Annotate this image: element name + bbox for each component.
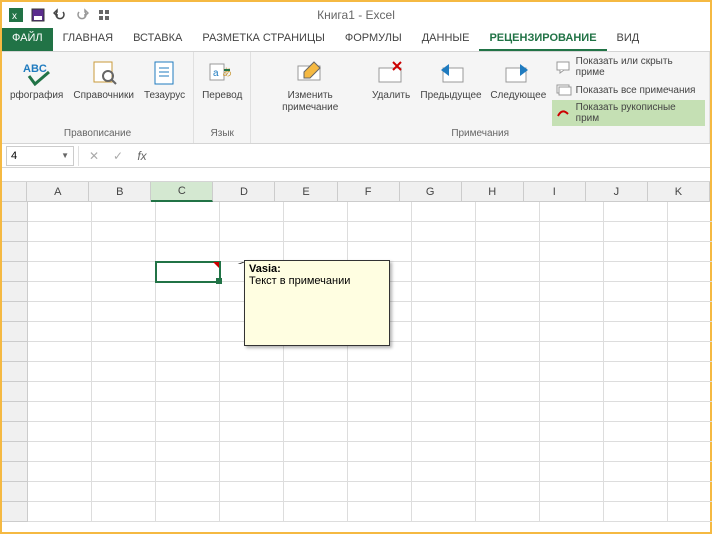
row-header[interactable]: [2, 502, 28, 522]
row-header[interactable]: [2, 342, 28, 362]
col-header-G[interactable]: G: [400, 182, 462, 202]
worksheet-grid: A B C D E F G H I J K: [2, 182, 710, 522]
tab-insert[interactable]: ВСТАВКА: [123, 28, 192, 51]
formula-bar: 4 ▼ ✕ ✓ fx: [2, 144, 710, 168]
enter-formula-icon[interactable]: ✓: [107, 146, 129, 166]
svg-text:x: x: [12, 11, 17, 22]
select-all-corner[interactable]: [2, 182, 27, 202]
fx-icon[interactable]: fx: [131, 146, 153, 166]
delete-comment-button[interactable]: Удалить: [367, 54, 415, 104]
tab-home[interactable]: ГЛАВНАЯ: [53, 28, 123, 51]
previous-comment-icon: [435, 56, 467, 88]
row-header[interactable]: [2, 422, 28, 442]
edit-comment-icon: [294, 56, 326, 88]
row-header[interactable]: [2, 322, 28, 342]
redo-icon[interactable]: [72, 5, 92, 25]
chevron-down-icon: ▼: [61, 151, 69, 160]
quick-access-toolbar: x: [6, 5, 114, 25]
name-box[interactable]: 4 ▼: [6, 146, 74, 166]
tab-page-layout[interactable]: РАЗМЕТКА СТРАНИЦЫ: [192, 28, 334, 51]
col-header-H[interactable]: H: [462, 182, 524, 202]
qat-customize-icon[interactable]: [94, 5, 114, 25]
row-header[interactable]: [2, 222, 28, 242]
show-ink-button[interactable]: Показать рукописные прим: [552, 100, 705, 126]
comment-author: Vasia:: [249, 263, 385, 275]
comments-bubble-icon: [556, 83, 572, 97]
svg-text:a: a: [213, 68, 219, 79]
row-header[interactable]: [2, 402, 28, 422]
comment-text: Текст в примечании: [249, 275, 385, 287]
show-hide-comment-button[interactable]: Показать или скрыть приме: [552, 54, 705, 80]
col-header-F[interactable]: F: [338, 182, 400, 202]
col-header-A[interactable]: A: [27, 182, 89, 202]
tab-data[interactable]: ДАННЫЕ: [412, 28, 480, 51]
tab-formulas[interactable]: ФОРМУЛЫ: [335, 28, 412, 51]
svg-text:ABC: ABC: [23, 63, 47, 75]
row-header[interactable]: [2, 482, 28, 502]
translate-button[interactable]: aあ Перевод: [198, 54, 246, 104]
col-header-E[interactable]: E: [275, 182, 337, 202]
col-header-K[interactable]: K: [648, 182, 710, 202]
cell-C4-selected[interactable]: [156, 262, 220, 282]
delete-comment-icon: [375, 56, 407, 88]
comment-box[interactable]: Vasia: Текст в примечании: [244, 260, 390, 346]
save-icon[interactable]: [28, 5, 48, 25]
row-header[interactable]: [2, 302, 28, 322]
svg-text:あ: あ: [222, 67, 232, 79]
next-comment-icon: [502, 56, 534, 88]
undo-icon[interactable]: [50, 5, 70, 25]
ribbon-tabs: ФАЙЛ ГЛАВНАЯ ВСТАВКА РАЗМЕТКА СТРАНИЦЫ Ф…: [2, 28, 710, 52]
row-header[interactable]: [2, 462, 28, 482]
col-header-C[interactable]: C: [151, 182, 213, 202]
column-headers: A B C D E F G H I J K: [2, 182, 710, 202]
row-headers: [2, 202, 28, 522]
title-bar: x Книга1 - Excel: [2, 2, 710, 28]
translate-icon: aあ: [206, 56, 238, 88]
show-all-comments-button[interactable]: Показать все примечания: [552, 81, 705, 99]
previous-comment-button[interactable]: Предыдущее: [417, 54, 485, 104]
ribbon-group-proofing: ABC рфография Справочники Тезаурус Право…: [2, 52, 194, 143]
comment-connector: [224, 262, 244, 264]
col-header-J[interactable]: J: [586, 182, 648, 202]
ribbon-group-comments: Изменить примечание Удалить Предыдущее С…: [251, 52, 710, 143]
tab-review[interactable]: РЕЦЕНЗИРОВАНИЕ: [479, 28, 606, 51]
col-header-B[interactable]: B: [89, 182, 151, 202]
formula-input[interactable]: [157, 146, 710, 166]
research-icon: [88, 56, 120, 88]
comment-bubble-icon: [556, 60, 572, 74]
row-header[interactable]: [2, 262, 28, 282]
ink-icon: [556, 106, 572, 120]
row-header[interactable]: [2, 242, 28, 262]
cancel-formula-icon[interactable]: ✕: [83, 146, 105, 166]
cells-area[interactable]: Vasia: Текст в примечании: [28, 202, 712, 522]
col-header-I[interactable]: I: [524, 182, 586, 202]
row-header[interactable]: [2, 442, 28, 462]
row-header[interactable]: [2, 362, 28, 382]
spelling-icon: ABC: [21, 56, 53, 88]
next-comment-button[interactable]: Следующее: [487, 54, 550, 104]
row-header[interactable]: [2, 202, 28, 222]
thesaurus-icon: [149, 56, 181, 88]
ribbon: ABC рфография Справочники Тезаурус Право…: [2, 52, 710, 144]
spelling-button[interactable]: ABC рфография: [6, 54, 67, 104]
row-header[interactable]: [2, 282, 28, 302]
excel-logo-icon: x: [6, 5, 26, 25]
edit-comment-button[interactable]: Изменить примечание: [255, 54, 365, 116]
window-title: Книга1 - Excel: [317, 8, 395, 22]
row-header[interactable]: [2, 382, 28, 402]
ribbon-group-language: aあ Перевод Язык: [194, 52, 251, 143]
thesaurus-button[interactable]: Тезаурус: [140, 54, 189, 104]
tab-file[interactable]: ФАЙЛ: [2, 28, 53, 51]
col-header-D[interactable]: D: [213, 182, 275, 202]
tab-view[interactable]: ВИД: [607, 28, 650, 51]
research-button[interactable]: Справочники: [69, 54, 138, 104]
